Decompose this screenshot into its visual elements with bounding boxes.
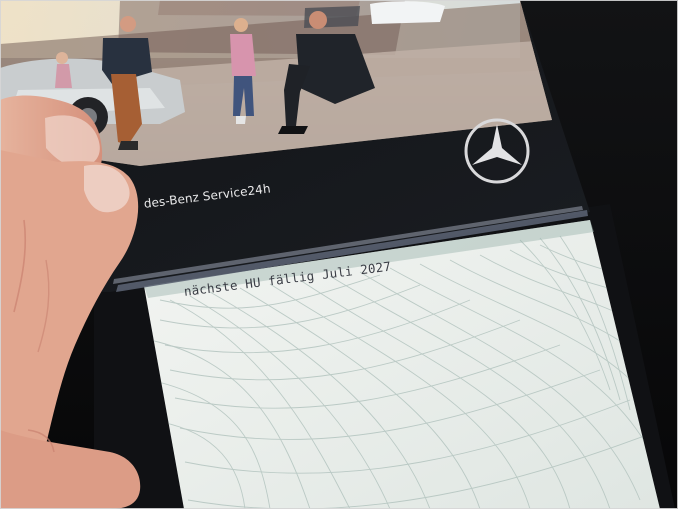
- photo-frame: des-Benz Service24h nächste HU fällig Ju…: [0, 0, 678, 509]
- photo-scene: [0, 0, 678, 509]
